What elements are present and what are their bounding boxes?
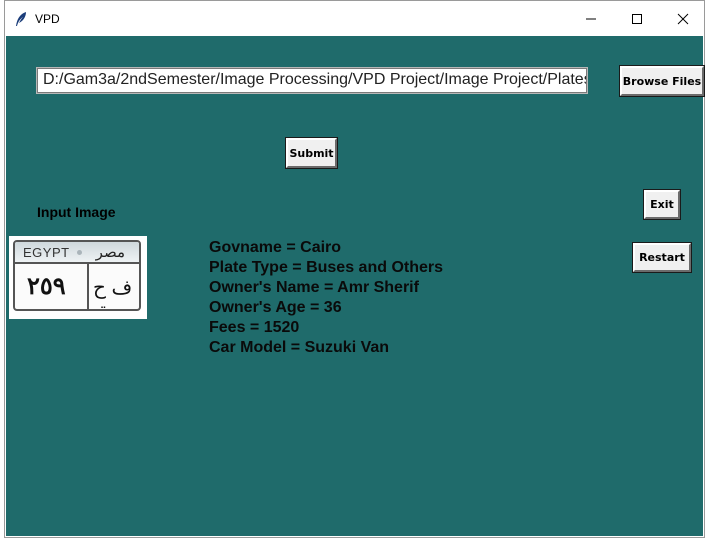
file-path-input[interactable]: D:/Gam3a/2ndSemester/Image Processing/VP… bbox=[36, 67, 588, 94]
plate-country-ar: مصر bbox=[95, 244, 125, 261]
result-plate-type: Plate Type = Buses and Others bbox=[209, 259, 444, 276]
feather-icon bbox=[16, 12, 26, 26]
close-icon bbox=[677, 13, 689, 24]
title-bar: VPD bbox=[5, 1, 704, 36]
plate-country-en: EGYPT bbox=[23, 245, 70, 260]
result-owner-name: Owner's Name = Amr Sherif bbox=[209, 279, 419, 296]
maximize-button[interactable] bbox=[614, 1, 660, 36]
results-panel: Govname = Cairo Plate Type = Buses and O… bbox=[209, 238, 443, 358]
exit-button[interactable]: Exit bbox=[643, 189, 681, 220]
result-car-model: Car Model = Suzuki Van bbox=[209, 339, 390, 356]
restart-button[interactable]: Restart bbox=[632, 242, 692, 273]
minimize-button[interactable] bbox=[568, 1, 614, 36]
result-fees: Fees = 1520 bbox=[209, 319, 300, 336]
result-owner-age: Owner's Age = 36 bbox=[209, 299, 342, 316]
plate-divider bbox=[87, 264, 89, 309]
license-plate: EGYPT مصر ٢٥٩ ف ح ق bbox=[13, 240, 141, 311]
maximize-icon bbox=[632, 13, 642, 24]
browse-files-button[interactable]: Browse Files bbox=[619, 65, 705, 97]
input-plate-image: EGYPT مصر ٢٥٩ ف ح ق bbox=[9, 236, 147, 319]
plate-letters: ف ح ق bbox=[93, 277, 133, 309]
app-window: VPD D:/Gam3a/2ndSemester/Image Processin… bbox=[4, 0, 705, 538]
input-image-label: Input Image bbox=[37, 204, 116, 220]
close-button[interactable] bbox=[660, 1, 706, 36]
window-title: VPD bbox=[35, 12, 60, 26]
result-govname: Govname = Cairo bbox=[209, 239, 342, 256]
plate-dot bbox=[77, 250, 82, 255]
main-panel: D:/Gam3a/2ndSemester/Image Processing/VP… bbox=[6, 36, 705, 536]
minimize-icon bbox=[586, 18, 596, 19]
submit-button[interactable]: Submit bbox=[285, 137, 338, 169]
plate-number: ٢٥٩ bbox=[27, 273, 66, 300]
plate-header: EGYPT مصر bbox=[15, 242, 139, 264]
